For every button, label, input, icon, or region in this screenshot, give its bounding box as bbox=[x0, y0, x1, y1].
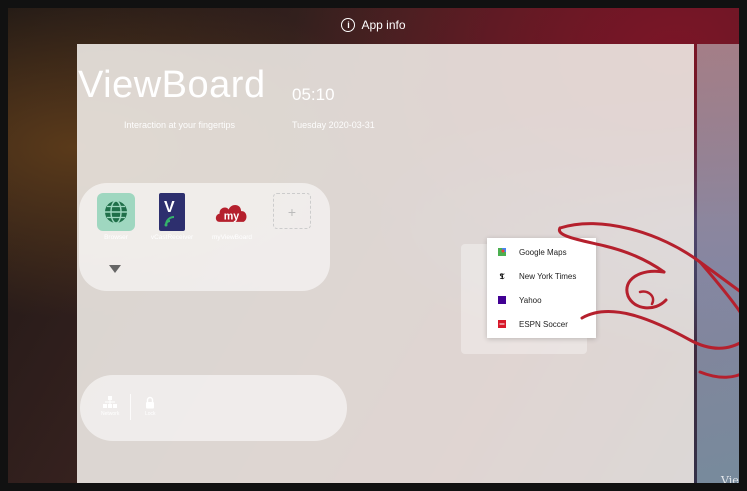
app-vcastreceiver[interactable]: V vCastReceiver bbox=[147, 193, 197, 241]
app-label: Browser bbox=[104, 234, 128, 241]
tool-label: Network bbox=[101, 411, 120, 417]
lock-icon bbox=[146, 396, 155, 409]
divider bbox=[130, 394, 131, 420]
menu-item-label: Yahoo bbox=[519, 295, 542, 305]
yahoo-icon bbox=[498, 296, 506, 304]
expand-dock-arrow-icon[interactable] bbox=[109, 265, 121, 273]
app-label: vCastReceiver bbox=[150, 234, 194, 241]
top-bar: i App info bbox=[0, 8, 747, 42]
svg-text:V: V bbox=[164, 199, 175, 216]
nyt-icon: 𝕿 bbox=[499, 270, 505, 281]
menu-item-espn-soccer[interactable]: ESPN Soccer bbox=[487, 312, 596, 336]
network-icon bbox=[103, 396, 118, 408]
globe-icon bbox=[97, 193, 135, 231]
app-info-label: App info bbox=[361, 18, 406, 32]
vcast-icon: V bbox=[159, 193, 185, 231]
lock-button[interactable]: Lock bbox=[145, 396, 156, 417]
tagline: Interaction at your fingertips bbox=[124, 120, 236, 130]
app-info-button[interactable]: i App info bbox=[341, 18, 406, 32]
espn-icon bbox=[498, 320, 506, 328]
menu-item-yahoo[interactable]: Yahoo bbox=[487, 288, 596, 312]
myviewboard-icon: my bbox=[213, 193, 251, 231]
network-button[interactable]: Network bbox=[101, 396, 119, 417]
menu-item-label: Google Maps bbox=[519, 247, 567, 257]
clock: 05:10 bbox=[292, 85, 335, 104]
app-label: myViewBoard bbox=[212, 234, 252, 241]
menu-item-google-maps[interactable]: Google Maps bbox=[487, 240, 596, 264]
menu-item-new-york-times[interactable]: 𝕿 New York Times bbox=[487, 264, 596, 288]
tool-label: Lock bbox=[145, 411, 156, 417]
next-panel-preview[interactable] bbox=[697, 44, 739, 491]
app-browser[interactable]: Browser bbox=[91, 193, 141, 241]
svg-text:my: my bbox=[224, 210, 240, 222]
next-panel-title: Vie bbox=[721, 474, 739, 487]
menu-item-label: ESPN Soccer bbox=[519, 319, 568, 329]
menu-item-label: New York Times bbox=[519, 271, 577, 281]
google-maps-icon bbox=[498, 248, 506, 256]
tools-dock bbox=[80, 375, 347, 441]
context-menu: Google Maps 𝕿 New York Times Yahoo ESPN … bbox=[487, 238, 596, 338]
brand-title: ViewBoard bbox=[78, 64, 266, 106]
date-label: Tuesday 2020-03-31 bbox=[292, 120, 375, 130]
app-myviewboard[interactable]: my myViewBoard bbox=[207, 193, 257, 241]
add-app-button[interactable]: + bbox=[273, 193, 311, 229]
info-icon: i bbox=[341, 18, 356, 32]
